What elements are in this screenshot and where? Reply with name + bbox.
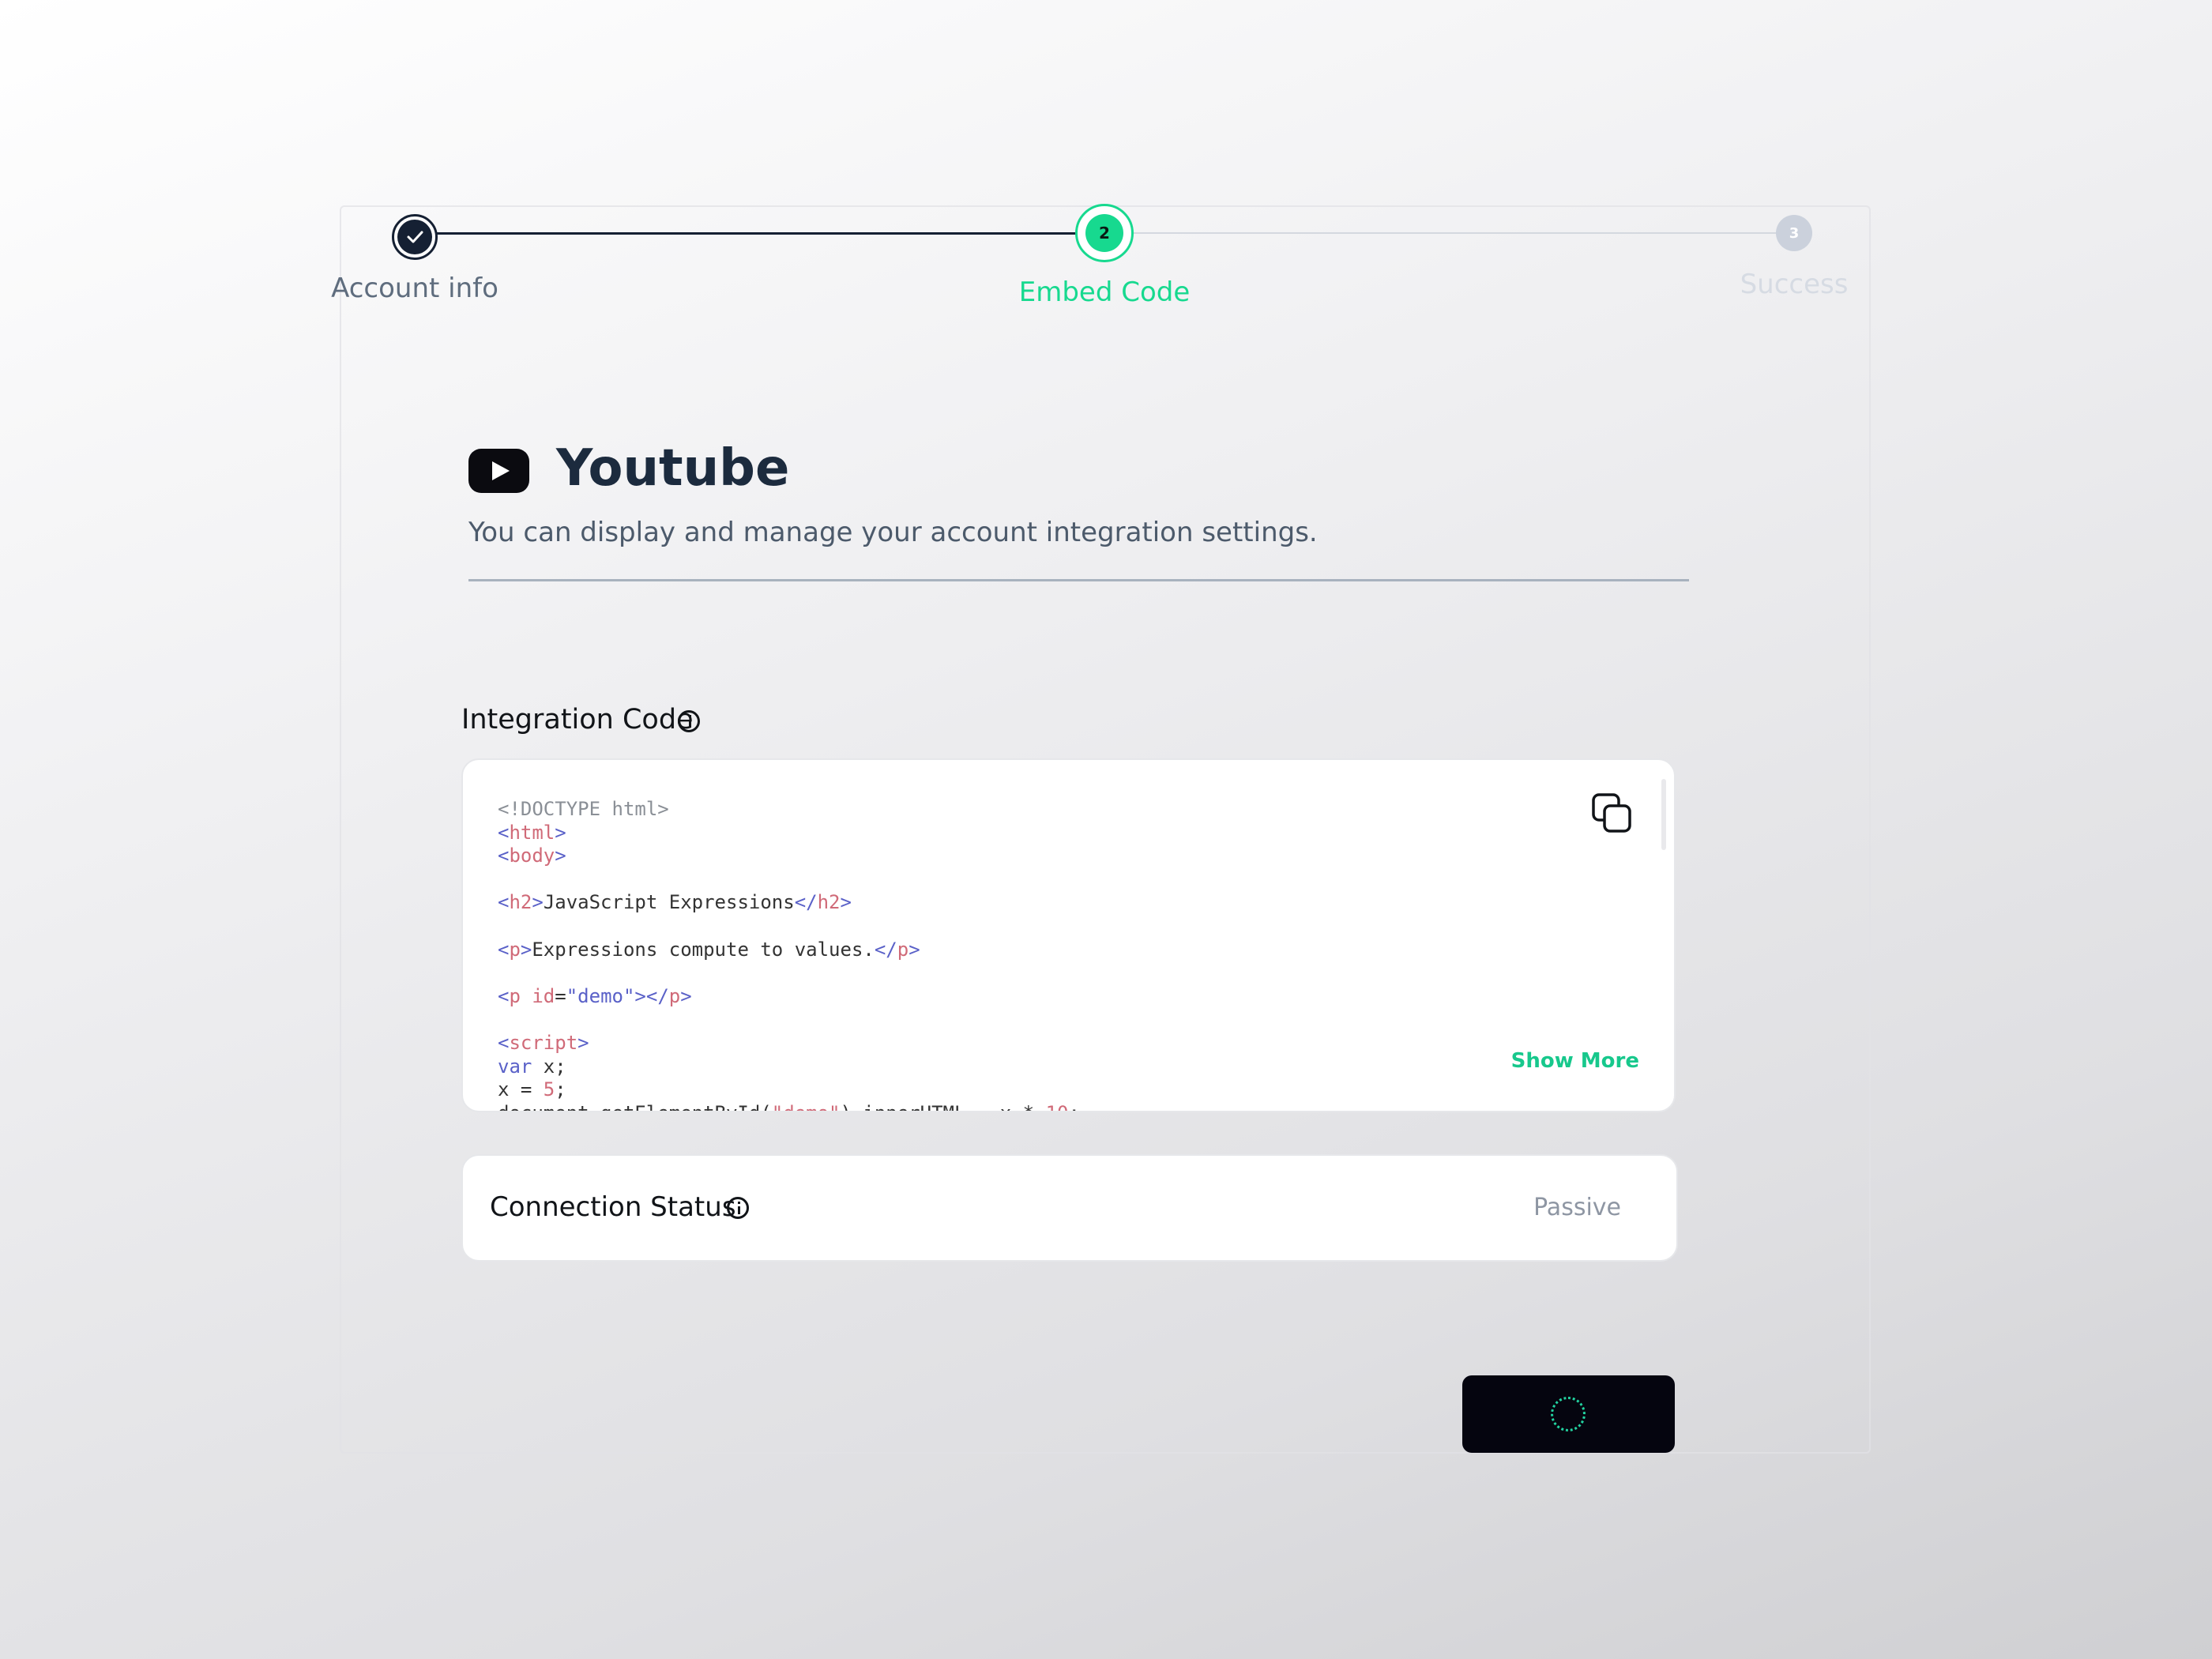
step-2-active[interactable]: 2 — [1075, 204, 1134, 262]
copy-icon[interactable] — [1590, 792, 1633, 834]
step-3-label: Success — [1740, 269, 1849, 300]
connection-status-value: Passive — [1533, 1194, 1621, 1221]
spinner-icon — [1551, 1397, 1586, 1431]
step-3-upcoming[interactable]: 3 — [1776, 215, 1812, 251]
submit-button[interactable] — [1462, 1375, 1675, 1453]
connection-status-label: Connection Status — [490, 1191, 736, 1223]
code-block[interactable]: <!DOCTYPE html> <html> <body> <h2>JavaSc… — [461, 758, 1676, 1112]
integration-code-label: Integration Code — [461, 704, 694, 735]
page-title: Youtube — [556, 439, 790, 498]
checkmark-icon — [407, 231, 423, 243]
page-subtitle: You can display and manage your account … — [468, 517, 1318, 548]
step-2-number: 2 — [1085, 214, 1123, 252]
info-icon[interactable] — [727, 1197, 749, 1219]
step-2-label: Embed Code — [1018, 276, 1191, 308]
code-content: <!DOCTYPE html> <html> <body> <h2>JavaSc… — [498, 798, 1080, 1111]
connection-status-row: Connection Status Passive — [461, 1154, 1678, 1262]
step-connector-completed — [431, 232, 1078, 235]
youtube-icon — [468, 449, 529, 493]
code-scrollbar[interactable] — [1661, 779, 1666, 850]
step-1-label: Account info — [331, 273, 498, 304]
step-1-completed[interactable] — [392, 214, 438, 260]
info-icon[interactable] — [678, 710, 700, 732]
header-divider — [468, 579, 1689, 581]
show-more-link[interactable]: Show More — [1511, 1049, 1639, 1073]
step-connector-upcoming — [1131, 232, 1779, 234]
